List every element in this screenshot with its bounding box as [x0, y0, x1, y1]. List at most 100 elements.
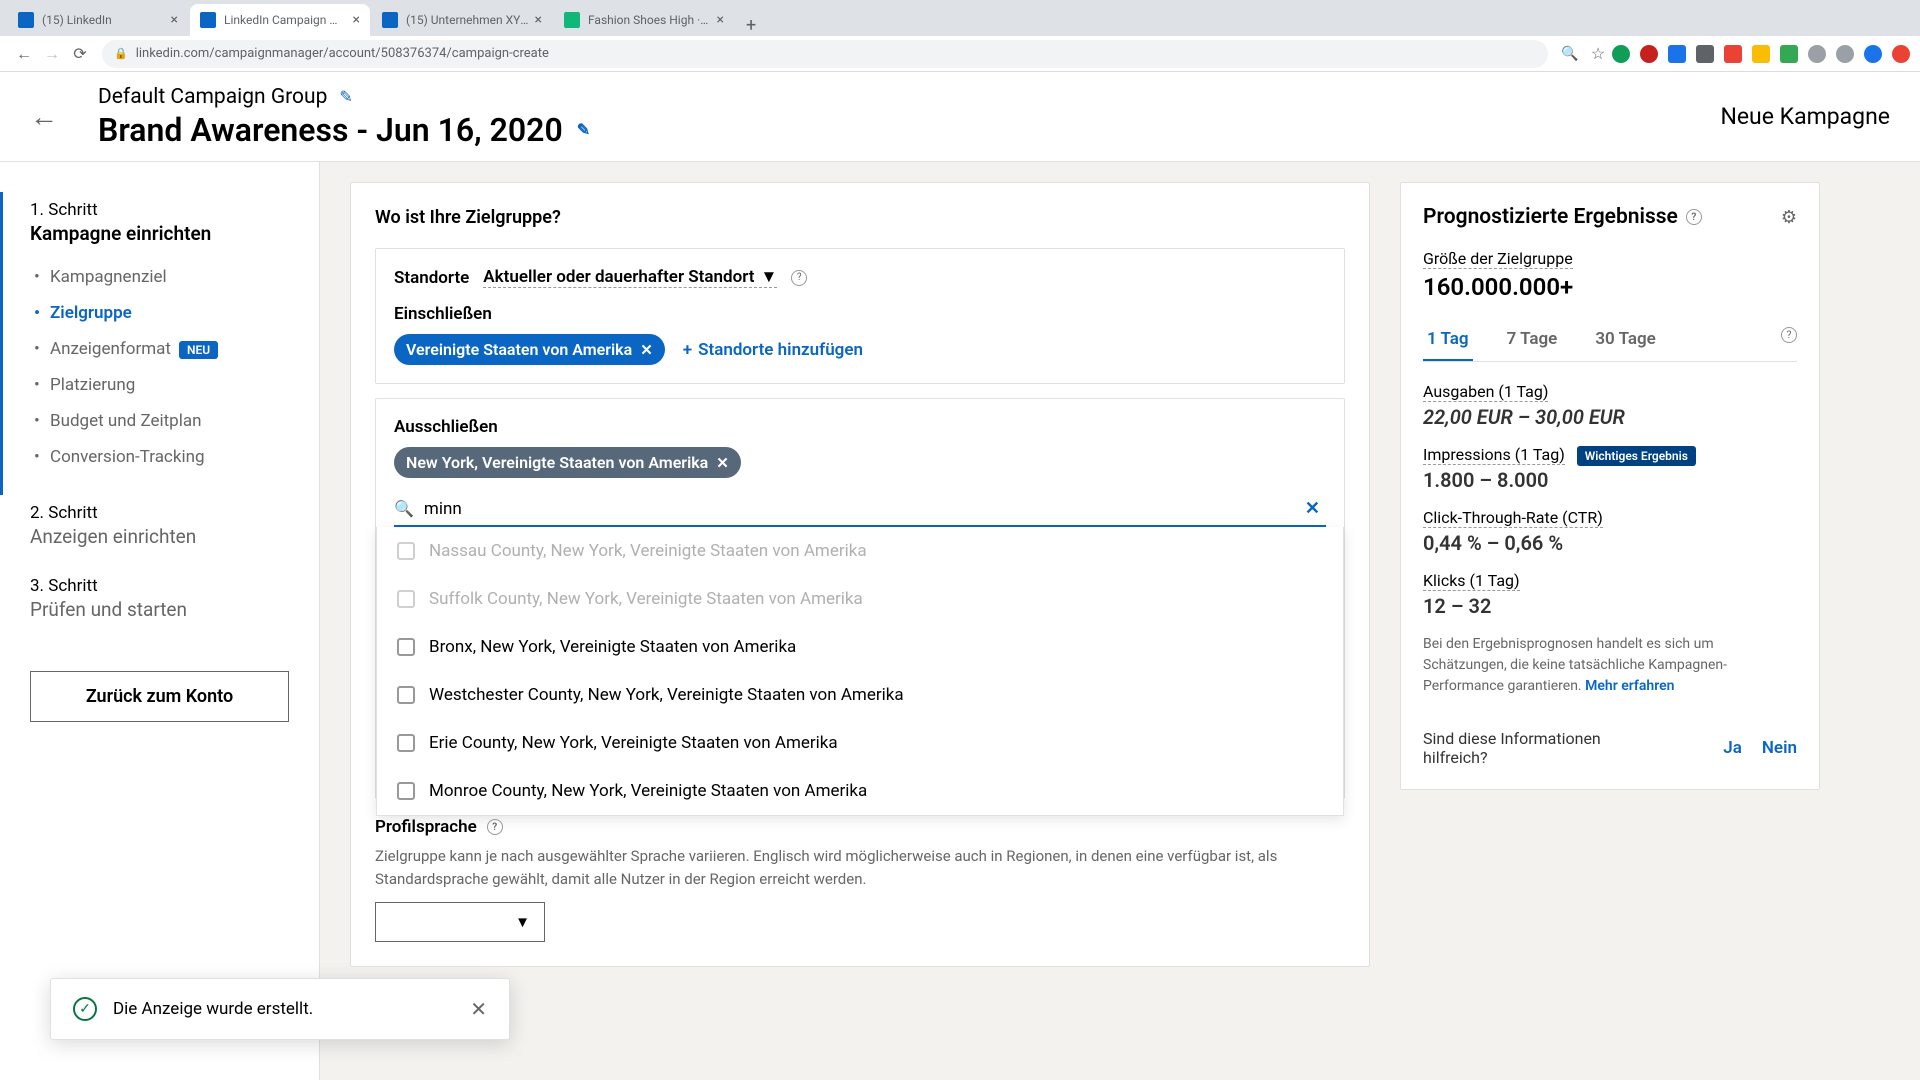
ctr-value: 0,44 % – 0,66 %	[1423, 531, 1797, 555]
language-select[interactable]: ▼	[375, 902, 545, 942]
plus-icon: +	[683, 340, 692, 360]
browser-tab[interactable]: (15) Unternehmen XYZ: Admin ×	[372, 4, 552, 36]
suggestion-item[interactable]: Westchester County, New York, Vereinigte…	[377, 671, 1343, 719]
help-icon[interactable]: ?	[1686, 209, 1702, 225]
back-to-account-button[interactable]: Zurück zum Konto	[30, 671, 289, 722]
close-icon[interactable]: ×	[171, 12, 178, 28]
forecast-disclaimer: Bei den Ergebnisprognosen handelt es sic…	[1423, 634, 1797, 697]
checkbox[interactable]	[397, 734, 415, 752]
page-header: ← Default Campaign Group ✎ Brand Awarene…	[0, 72, 1920, 162]
lock-icon: 🔒	[114, 47, 128, 60]
learn-more-link[interactable]: Mehr erfahren	[1585, 678, 1674, 694]
add-locations-button[interactable]: + Standorte hinzufügen	[683, 340, 863, 360]
favicon	[200, 12, 216, 28]
location-suggestions: Nassau County, New York, Vereinigte Staa…	[376, 527, 1344, 816]
zoom-icon[interactable]: 🔍	[1556, 40, 1584, 68]
step-3[interactable]: 3. Schritt Prüfen und starten	[0, 568, 319, 641]
chevron-down-icon: ▼	[515, 913, 530, 931]
locations-label: Standorte	[394, 268, 469, 288]
extension-icon[interactable]	[1892, 45, 1910, 63]
step-number: 1. Schritt	[30, 200, 289, 220]
extension-icon[interactable]	[1640, 45, 1658, 63]
new-tab-button[interactable]: +	[736, 15, 766, 36]
back-arrow[interactable]: ←	[30, 100, 58, 133]
step-2[interactable]: 2. Schritt Anzeigen einrichten	[0, 495, 319, 568]
close-icon[interactable]: ×	[353, 12, 360, 28]
audience-card: Wo ist Ihre Zielgruppe? Standorte Aktuel…	[350, 182, 1370, 967]
extension-icon[interactable]	[1808, 45, 1826, 63]
extension-icon[interactable]	[1696, 45, 1714, 63]
location-search: 🔍 ✕	[394, 492, 1326, 527]
edit-icon[interactable]: ✎	[339, 87, 352, 106]
clear-search-icon[interactable]: ✕	[1299, 498, 1326, 519]
step-title: Anzeigen einrichten	[30, 525, 289, 548]
extension-icon[interactable]	[1780, 45, 1798, 63]
location-chip-exclude[interactable]: New York, Vereinigte Staaten von Amerika…	[394, 447, 741, 478]
browser-tab[interactable]: (15) LinkedIn ×	[8, 4, 188, 36]
campaign-group-title: Default Campaign Group ✎	[98, 85, 1720, 109]
location-type-dropdown[interactable]: Aktueller oder dauerhafter Standort ▼	[483, 267, 777, 288]
include-locations-card: Standorte Aktueller oder dauerhafter Sta…	[375, 248, 1345, 384]
ctr-label: Click-Through-Rate (CTR)	[1423, 508, 1603, 528]
gear-icon[interactable]: ⚙	[1781, 207, 1797, 228]
extension-icon[interactable]	[1836, 45, 1854, 63]
help-icon[interactable]: ?	[487, 819, 503, 835]
new-badge: NEU	[179, 341, 218, 359]
remove-chip-icon[interactable]: ✕	[640, 341, 653, 359]
extension-icon[interactable]	[1668, 45, 1686, 63]
step-number: 2. Schritt	[30, 503, 289, 523]
sidebar-item-budget[interactable]: Budget und Zeitplan	[30, 403, 289, 439]
avatar-icon[interactable]	[1864, 45, 1882, 63]
spend-value: 22,00 EUR – 30,00 EUR	[1423, 405, 1797, 429]
toast-message: Die Anzeige wurde erstellt.	[113, 999, 454, 1019]
extension-icon[interactable]	[1724, 45, 1742, 63]
reload-button[interactable]: ⟳	[66, 40, 94, 68]
favicon	[564, 12, 580, 28]
edit-icon[interactable]: ✎	[577, 120, 590, 139]
checkbox[interactable]	[397, 638, 415, 656]
checkbox[interactable]	[397, 686, 415, 704]
tab-7-days[interactable]: 7 Tage	[1503, 319, 1562, 361]
extension-icon[interactable]	[1752, 45, 1770, 63]
tab-1-day[interactable]: 1 Tag	[1423, 319, 1473, 361]
suggestion-item[interactable]: Erie County, New York, Vereinigte Staate…	[377, 719, 1343, 767]
tab-30-days[interactable]: 30 Tage	[1591, 319, 1659, 361]
suggestion-item[interactable]: Monroe County, New York, Vereinigte Staa…	[377, 767, 1343, 815]
forward-button[interactable]: →	[38, 40, 66, 68]
checkbox[interactable]	[397, 782, 415, 800]
browser-tab-active[interactable]: LinkedIn Campaign Manager ×	[190, 4, 370, 36]
sidebar-item-placement[interactable]: Platzierung	[30, 367, 289, 403]
suggestion-item[interactable]: Bronx, New York, Vereinigte Staaten von …	[377, 623, 1343, 671]
close-icon[interactable]: ×	[717, 12, 724, 28]
close-icon[interactable]: ✕	[470, 997, 487, 1021]
url-field[interactable]: 🔒 linkedin.com/campaignmanager/account/5…	[102, 40, 1548, 68]
close-icon[interactable]: ×	[535, 12, 542, 28]
favicon	[382, 12, 398, 28]
suggestion-item: Suffolk County, New York, Vereinigte Sta…	[377, 575, 1343, 623]
impressions-label: Impressions (1 Tag)	[1423, 445, 1565, 465]
back-button[interactable]: ←	[10, 40, 38, 68]
extension-icons	[1612, 45, 1910, 63]
chevron-down-icon: ▼	[760, 267, 777, 287]
sidebar-item-format[interactable]: AnzeigenformatNEU	[30, 331, 289, 367]
step-1: 1. Schritt Kampagne einrichten Kampagnen…	[0, 192, 319, 495]
sidebar-item-conversion[interactable]: Conversion-Tracking	[30, 439, 289, 475]
remove-chip-icon[interactable]: ✕	[716, 454, 729, 472]
star-icon[interactable]: ☆	[1584, 40, 1612, 68]
forecast-title: Prognostizierte Ergebnisse ?	[1423, 205, 1702, 229]
spend-label: Ausgaben (1 Tag)	[1423, 382, 1548, 402]
browser-tab[interactable]: Fashion Shoes High · Free photo ×	[554, 4, 734, 36]
location-search-input[interactable]	[424, 499, 1299, 519]
sidebar-item-audience[interactable]: Zielgruppe	[30, 295, 289, 331]
new-campaign-label: Neue Kampagne	[1720, 103, 1890, 130]
favicon	[18, 12, 34, 28]
help-icon[interactable]: ?	[1781, 327, 1797, 343]
location-chip-include[interactable]: Vereinigte Staaten von Amerika ✕	[394, 334, 665, 365]
checkbox	[397, 590, 415, 608]
feedback-yes-button[interactable]: Ja	[1723, 738, 1742, 758]
feedback-no-button[interactable]: Nein	[1762, 738, 1797, 758]
help-icon[interactable]: ?	[791, 270, 807, 286]
sidebar-item-objective[interactable]: Kampagnenziel	[30, 259, 289, 295]
extension-icon[interactable]	[1612, 45, 1630, 63]
search-icon: 🔍	[394, 499, 414, 518]
